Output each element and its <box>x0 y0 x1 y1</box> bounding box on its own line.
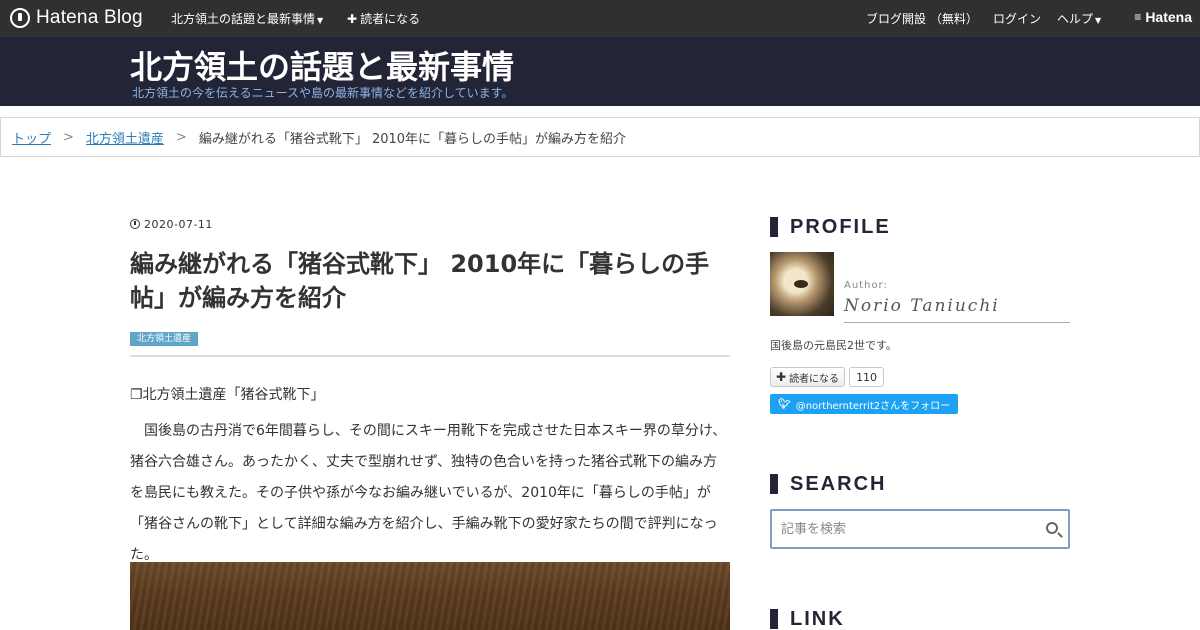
caret-down-icon: ▼ <box>317 16 324 25</box>
profile-heading-label: PROFILE <box>790 215 891 238</box>
hatena-blog-logo-text: Hatena Blog <box>36 7 143 28</box>
hatena-blog-logo-icon <box>10 8 30 28</box>
subscriber-count[interactable]: 110 <box>849 367 885 387</box>
hatena-blog-logo[interactable]: Hatena Blog <box>10 7 143 29</box>
divider <box>844 322 1070 323</box>
entry-title[interactable]: 編み継がれる「猪谷式靴下」 2010年に「暮らしの手帖」が編み方を紹介 <box>130 247 730 315</box>
blog-title[interactable]: 北方領土の話題と最新事情 <box>130 42 514 88</box>
entry-date-text: 2020-07-11 <box>144 217 213 231</box>
entry-photo[interactable] <box>130 562 730 630</box>
heading-bar <box>770 474 778 494</box>
hatena-global-bar: Hatena Blog 北方領土の話題と最新事情 ▼ ✚ 読者になる ブログ開設 （… <box>0 0 1200 37</box>
twitter-follow-label: @northernterrit2さんをフォロー <box>795 400 951 412</box>
article: 2020-07-11 編み継がれる「猪谷式靴下」 2010年に「暮らしの手帖」が… <box>130 215 730 630</box>
blog-description: 北方領土の今を伝えるニュースや島の最新事情などを紹介しています。 <box>132 86 514 100</box>
blog-menu-label: 北方領土の話題と最新事情 <box>171 12 316 26</box>
hatena-brand-label: Hatena <box>1145 9 1192 25</box>
help-dropdown[interactable]: ヘルプ ▼ <box>1057 10 1101 27</box>
breadcrumb-top-link[interactable]: トップ <box>12 128 51 147</box>
blog-menu-dropdown[interactable]: 北方領土の話題と最新事情 ▼ <box>171 10 323 27</box>
subscribe-button-label: 読者になる <box>789 373 840 385</box>
breadcrumb-separator: > <box>63 129 74 145</box>
plus-icon: ✚ <box>347 12 358 26</box>
search-icon[interactable] <box>1046 522 1058 534</box>
twitter-bird-icon: 🐦︎ <box>778 398 791 410</box>
breadcrumb: トップ > 北方領土遺産 > 編み継がれる「猪谷式靴下」 2010年に「暮らしの… <box>0 117 1200 157</box>
blog-header: 北方領土の話題と最新事情 北方領土の今を伝えるニュースや島の最新事情などを紹介し… <box>0 37 1200 106</box>
twitter-follow-button[interactable]: 🐦︎ @northernterrit2さんをフォロー <box>770 394 959 414</box>
avatar[interactable] <box>770 252 834 316</box>
divider <box>130 355 730 357</box>
subscribe-link-label: 読者になる <box>360 12 421 26</box>
profile-module: Author: Norio Taniuchi <box>770 252 1070 324</box>
search-input[interactable] <box>772 511 1032 547</box>
heading-bar <box>770 609 778 629</box>
link-heading-label: LINK <box>790 607 845 630</box>
author-name[interactable]: Norio Taniuchi <box>844 296 1000 316</box>
section-heading: ❐北方領土遺産「猪谷式靴下」 <box>130 387 325 403</box>
hatena-brand-link[interactable]: ≡ Hatena <box>1134 9 1192 25</box>
login-link[interactable]: ログイン <box>993 10 1041 27</box>
subscribe-widget: ✚ 読者になる 110 <box>770 367 885 387</box>
help-label: ヘルプ <box>1057 12 1094 26</box>
category-badge[interactable]: 北方領土遺産 <box>130 332 199 346</box>
caret-down-icon: ▼ <box>1095 16 1102 25</box>
heading-bar <box>770 217 778 237</box>
subscribe-link[interactable]: ✚ 読者になる <box>347 10 420 27</box>
search-heading-label: SEARCH <box>790 472 887 495</box>
profile-description: 国後島の元島民2世です。 <box>770 339 897 352</box>
entry-body-text: 国後島の古丹消で6年間暮らし、その間にスキー用靴下を完成させた日本スキー界の草分… <box>130 423 727 563</box>
breadcrumb-separator: > <box>175 129 187 145</box>
plus-icon: ✚ <box>776 370 787 384</box>
profile-heading: PROFILE <box>770 215 1070 239</box>
clock-icon <box>130 219 140 229</box>
open-blog-link[interactable]: ブログ開設 （無料） <box>866 10 978 27</box>
search-heading: SEARCH <box>770 472 886 496</box>
sidebar: PROFILE Author: Norio Taniuchi 国後島の元島民2世… <box>770 215 1070 630</box>
entry-date[interactable]: 2020-07-11 <box>130 215 730 233</box>
subscribe-button[interactable]: ✚ 読者になる <box>770 367 846 387</box>
hatena-mark-icon: ≡ <box>1134 10 1142 24</box>
search-box <box>770 509 1070 549</box>
link-heading: LINK <box>770 607 845 630</box>
author-label: Author: <box>844 280 888 291</box>
breadcrumb-category-link[interactable]: 北方領土遺産 <box>86 128 164 147</box>
breadcrumb-current: 編み継がれる「猪谷式靴下」 2010年に「暮らしの手帖」が編み方を紹介 <box>198 131 627 147</box>
